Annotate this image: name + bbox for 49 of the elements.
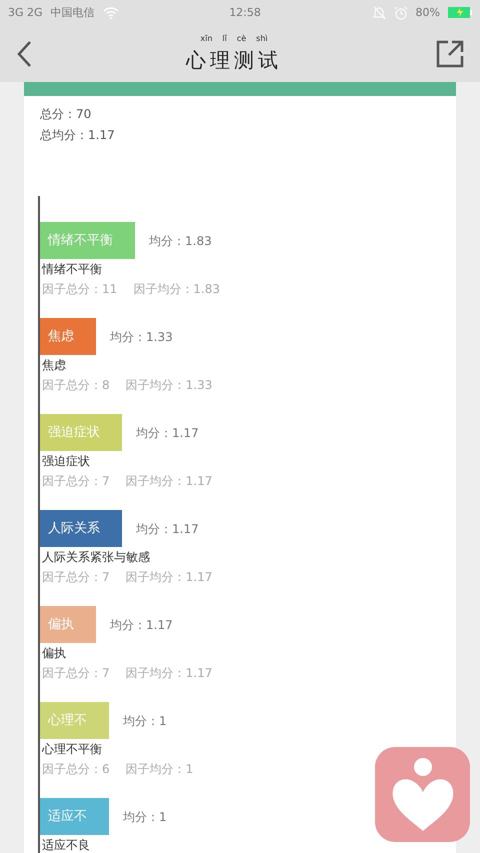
factor-average: 因子均分：1.17 [126, 665, 212, 682]
pinyin-text: shì [256, 33, 268, 45]
factor-bar: 情绪不平衡 [40, 222, 135, 259]
factor-bar: 适应不 [40, 798, 109, 835]
bell-off-icon [372, 4, 386, 22]
factor-name: 心理不平衡 [41, 741, 103, 758]
page-title: 心理测试 [186, 47, 282, 74]
alarm-icon [394, 4, 408, 22]
average-text: 均分：1.17 [136, 424, 199, 442]
factor-bar: 心理不 [40, 702, 109, 739]
carrier-label: 中国电信 [50, 4, 95, 21]
factor-total: 因子总分：11 [42, 281, 118, 298]
factor-total: 因子总分：7 [42, 665, 110, 682]
pinyin-text: xīn [200, 33, 212, 45]
factor-total: 因子总分：7 [42, 569, 110, 586]
back-icon[interactable] [16, 40, 32, 68]
factor-total: 因子总分：8 [42, 377, 110, 394]
battery-percent: 80% [416, 4, 440, 21]
factor-bar: 人际关系 [40, 510, 122, 547]
factor-total: 因子总分：7 [42, 473, 110, 490]
wifi-icon [102, 4, 119, 22]
clock-label: 12:58 [228, 4, 262, 21]
summary-text: 总分：70 [39, 106, 92, 123]
factor-average: 因子均分：1.17 [126, 473, 212, 490]
average-text: 均分：1.83 [149, 232, 212, 250]
share-icon[interactable] [436, 40, 464, 68]
average-text: 均分：1.17 [110, 616, 173, 634]
factor-average: 因子均分：1 [126, 761, 194, 778]
average-text: 均分：1.17 [136, 520, 199, 538]
factor-name: 焦虑 [41, 357, 67, 374]
factor-bar: 偏执 [40, 606, 96, 643]
factor-name: 人际关系紧张与敏感 [41, 549, 151, 566]
factor-name: 偏执 [41, 645, 67, 662]
average-text: 均分：1 [123, 808, 167, 826]
factor-name: 强迫症状 [41, 453, 91, 470]
factor-average: 因子均分：1.17 [126, 569, 212, 586]
factor-name: 情绪不平衡 [40, 261, 103, 278]
pinyin-text: cè [236, 33, 246, 45]
average-text: 均分：1 [123, 712, 167, 730]
factor-total: 因子总分：6 [42, 761, 110, 778]
summary-text: 总均分：1.17 [39, 127, 116, 144]
pinyin-text: lǐ [222, 33, 227, 45]
factor-bar: 焦虑 [40, 318, 96, 355]
factor-average: 因子均分：1.83 [133, 281, 220, 298]
network-label: 3G 2G [8, 4, 43, 21]
factor-average: 因子均分：1.33 [126, 377, 212, 394]
factor-bar: 强迫症状 [40, 414, 122, 451]
factor-name: 适应不良 [41, 837, 91, 853]
average-text: 均分：1.33 [110, 328, 173, 346]
